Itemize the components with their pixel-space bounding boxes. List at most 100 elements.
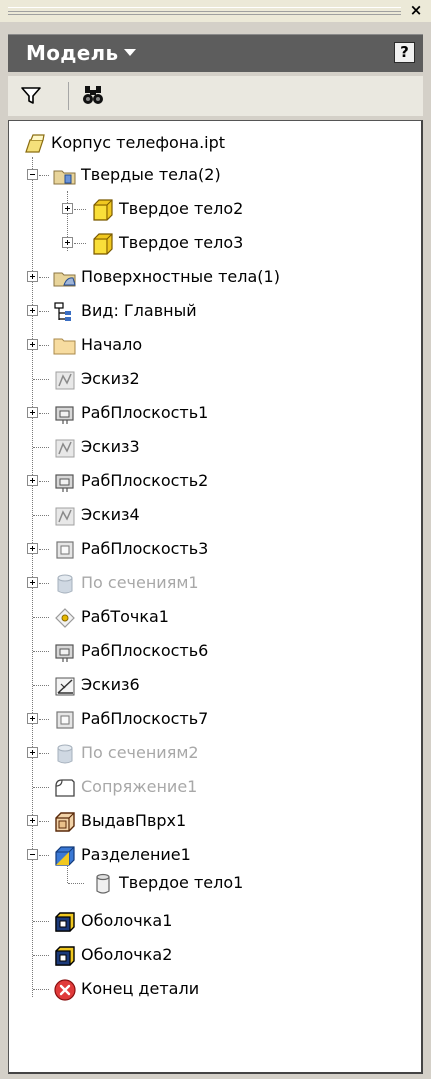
view-rep-icon	[54, 302, 71, 321]
work-plane-icon	[55, 644, 74, 662]
shell-icon	[55, 946, 75, 966]
tree-item-label: Начало	[81, 335, 143, 354]
tree-item-label: Твердые тела(2)	[81, 165, 221, 184]
tree-branch	[33, 921, 49, 922]
shell-icon	[55, 912, 75, 932]
tree-branch	[33, 447, 49, 448]
tree-branch	[39, 481, 49, 482]
tree-item-label: Твердое тело1	[119, 873, 244, 892]
help-button[interactable]: ?	[394, 42, 415, 63]
tree-item-label: ВыдавПврх1	[81, 811, 187, 830]
tree-item-label: РабПлоскость7	[81, 709, 209, 728]
expand-toggle[interactable]	[62, 237, 73, 248]
expand-toggle[interactable]	[27, 815, 38, 826]
fillet-icon	[55, 779, 75, 797]
grip-lines	[8, 7, 401, 15]
tree-branch	[33, 955, 49, 956]
browser-toolbar	[8, 76, 423, 116]
loft-icon	[57, 744, 73, 764]
tree-branch	[39, 311, 49, 312]
tree-branch	[39, 753, 49, 754]
sketch-icon	[55, 677, 75, 696]
sketch-icon	[55, 371, 75, 390]
model-tree[interactable]: Корпус телефона.ipt Твердые тела(2) Твер…	[8, 120, 423, 1074]
filter-button[interactable]	[18, 82, 44, 108]
tree-item-label: Сопряжение1	[81, 777, 198, 796]
chevron-down-icon	[124, 49, 137, 56]
tree-item-label: РабТочка1	[81, 607, 169, 626]
tree-branch	[33, 651, 49, 652]
tree-branch	[33, 515, 49, 516]
collapse-toggle[interactable]	[27, 849, 38, 860]
expand-toggle[interactable]	[27, 747, 38, 758]
tree-item-label: Вид: Главный	[81, 301, 197, 320]
expand-toggle[interactable]	[27, 271, 38, 282]
tree-item-label: Эскиз3	[81, 437, 140, 456]
solid-body-icon	[93, 233, 113, 255]
filter-icon	[21, 87, 41, 104]
end-of-part-icon	[54, 979, 76, 1001]
solid-body-icon	[93, 199, 113, 221]
browser-title-bar: Модель ?	[8, 34, 423, 72]
tree-branch	[39, 277, 49, 278]
tree-branch	[68, 883, 84, 884]
tree-item-label: По сечениям1	[81, 573, 199, 592]
part-file-icon	[25, 134, 45, 153]
binoculars-icon	[83, 86, 103, 104]
panel-grip-bar[interactable]: ×	[0, 0, 431, 22]
tree-branch	[39, 855, 49, 856]
tree-item-label: Конец детали	[81, 979, 200, 998]
panel-title: Модель	[26, 41, 119, 65]
tree-item-label: Эскиз2	[81, 369, 140, 388]
surface-bodies-folder-icon	[53, 272, 76, 287]
toolbar-separator	[68, 82, 69, 110]
work-point-icon	[55, 608, 75, 628]
tree-branch	[39, 175, 49, 176]
close-icon[interactable]: ×	[407, 1, 425, 19]
tree-branch	[33, 787, 49, 788]
expand-toggle[interactable]	[62, 203, 73, 214]
collapse-toggle[interactable]	[27, 169, 38, 180]
tree-branch	[33, 617, 49, 618]
extrude-surface-icon	[55, 812, 75, 832]
tree-branch	[39, 583, 49, 584]
tree-item-label: Разделение1	[81, 845, 191, 864]
tree-branch	[39, 413, 49, 414]
tree-item-label: Оболочка1	[81, 911, 173, 930]
tree-branch	[39, 821, 49, 822]
sketch-icon	[55, 439, 75, 458]
expand-toggle[interactable]	[27, 543, 38, 554]
tree-branch	[39, 549, 49, 550]
work-plane-icon	[56, 711, 74, 729]
work-plane-icon	[55, 406, 74, 424]
tree-item-label: Эскиз4	[81, 505, 140, 524]
tree-branch	[39, 719, 49, 720]
origin-folder-icon	[53, 338, 76, 355]
tree-item-label: По сечениям2	[81, 743, 199, 762]
expand-toggle[interactable]	[27, 713, 38, 724]
solid-bodies-folder-icon	[53, 170, 76, 185]
tree-item-label: РабПлоскость1	[81, 403, 209, 422]
find-button[interactable]	[80, 82, 106, 108]
model-dropdown[interactable]: Модель	[26, 41, 137, 65]
tree-branch	[33, 989, 49, 990]
expand-toggle[interactable]	[27, 305, 38, 316]
tree-item-label: Эскиз6	[81, 675, 140, 694]
sketch-icon	[55, 507, 75, 526]
expand-toggle[interactable]	[27, 475, 38, 486]
tree-item-label: Оболочка2	[81, 945, 173, 964]
work-plane-icon	[55, 474, 74, 492]
split-icon	[55, 846, 75, 866]
expand-toggle[interactable]	[27, 407, 38, 418]
expand-toggle[interactable]	[27, 339, 38, 350]
tree-branch	[74, 243, 86, 244]
tree-item-label: РабПлоскость6	[81, 641, 209, 660]
tree-item-label: РабПлоскость2	[81, 471, 209, 490]
work-plane-icon	[56, 541, 74, 559]
tree-branch	[33, 379, 49, 380]
solid-body-cylinder-icon	[96, 873, 110, 894]
tree-item-label: Твердое тело3	[119, 233, 244, 252]
tree-item-label: Поверхностные тела(1)	[81, 267, 280, 286]
tree-branch	[74, 209, 86, 210]
expand-toggle[interactable]	[27, 577, 38, 588]
